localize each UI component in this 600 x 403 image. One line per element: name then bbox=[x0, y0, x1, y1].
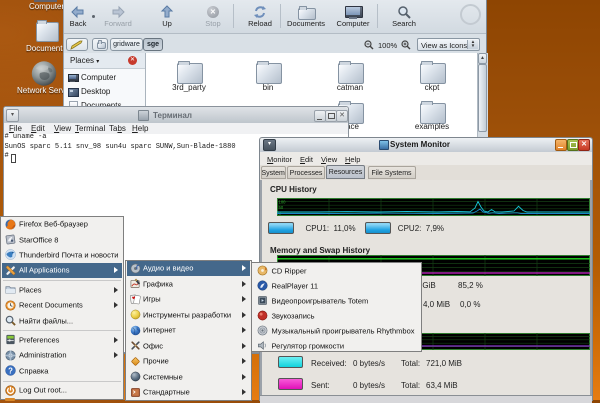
svg-text:50: 50 bbox=[278, 205, 283, 210]
svg-text:100: 100 bbox=[278, 199, 286, 204]
svg-text:?: ? bbox=[8, 366, 13, 375]
